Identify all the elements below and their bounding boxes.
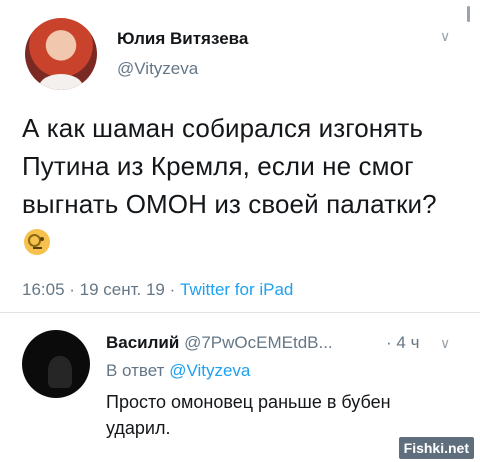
reply-text: Просто омоновец раньше в бубен ударил. <box>106 392 391 438</box>
tweet-text: А как шаман собирался изгонять Путина из… <box>22 109 462 261</box>
monocle-face-icon <box>24 229 50 255</box>
watermark: Fishki.net <box>398 437 474 459</box>
author-handle[interactable]: @Vityzeva <box>117 59 198 79</box>
reply-author-handle[interactable]: @7PwOcEMEtdB... <box>184 333 333 352</box>
author-name[interactable]: Юлия Витязева <box>117 29 248 49</box>
reply-author: Василий @7PwOcEMEtdB... <box>106 333 333 353</box>
reply-author-avatar[interactable] <box>22 330 90 398</box>
tweet-source-link[interactable]: Twitter for iPad <box>180 280 293 299</box>
reply-time-value: 4 ч <box>396 333 420 352</box>
reply-author-name[interactable]: Василий <box>106 333 179 352</box>
reply-context: В ответ @Vityzeva <box>106 361 250 381</box>
reply-prefix: В ответ <box>106 361 165 380</box>
author-avatar[interactable] <box>25 18 97 90</box>
emoji-mouth <box>33 247 42 249</box>
scrollbar-thumb[interactable] <box>467 6 470 22</box>
reply-chevron-down-icon[interactable]: ∨ <box>440 335 450 352</box>
reply-to-handle[interactable]: @Vityzeva <box>169 361 250 380</box>
divider <box>0 312 480 313</box>
tweet-date[interactable]: 19 сент. 19 <box>80 280 165 299</box>
avatar-silhouette <box>48 356 72 388</box>
avatar-shirt <box>39 74 83 90</box>
tweet-text-body: А как шаман собирался изгонять Путина из… <box>22 113 437 219</box>
emoji-eye <box>40 237 44 241</box>
chevron-down-icon[interactable]: ∨ <box>440 28 450 45</box>
tweet-meta: 16:05 · 19 сент. 19 · Twitter for iPad <box>22 280 294 299</box>
reply-time[interactable]: · 4 ч <box>386 333 419 353</box>
tweet-time[interactable]: 16:05 <box>22 280 65 299</box>
monocle <box>28 234 41 247</box>
